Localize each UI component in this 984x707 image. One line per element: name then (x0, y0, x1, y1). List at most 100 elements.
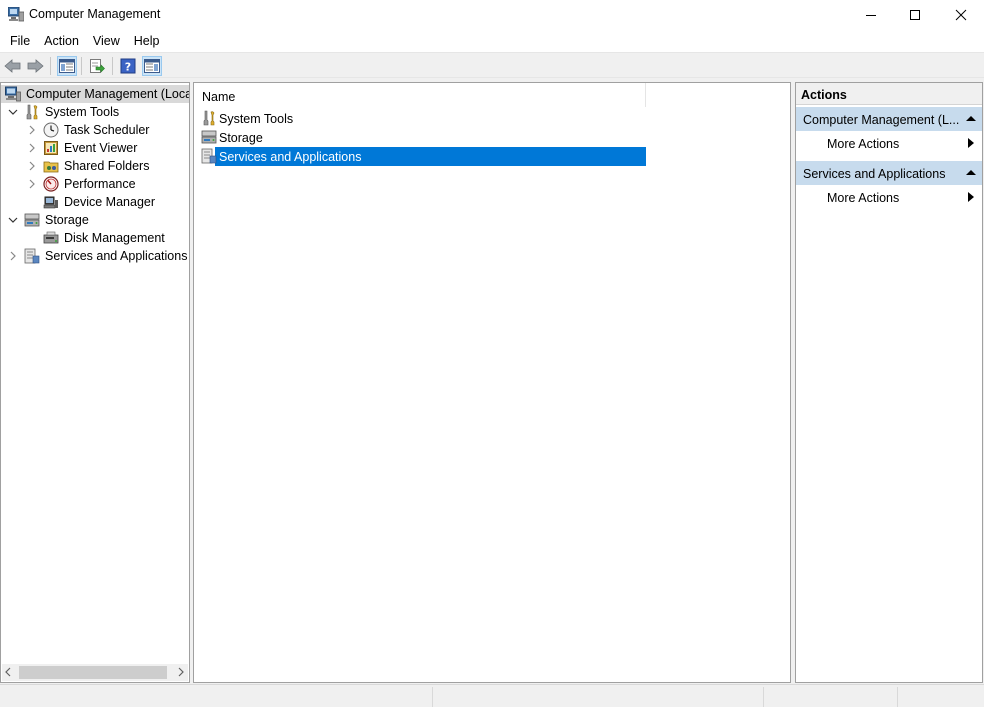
actions-pane: Actions Computer Management (L... More A… (795, 82, 983, 683)
chevron-right-icon[interactable] (27, 124, 37, 136)
forward-button[interactable] (25, 56, 45, 76)
tree-label: Computer Management (Local (26, 87, 190, 101)
results-pane[interactable]: Name System Tools Storage Services and A… (193, 82, 791, 683)
actions-section-label: Computer Management (L... (803, 113, 960, 127)
toolbar: ? (0, 52, 984, 78)
chevron-right-icon[interactable] (27, 160, 37, 172)
window-title: Computer Management (29, 7, 161, 21)
storage-icon (201, 130, 217, 144)
more-actions-label: More Actions (827, 191, 900, 205)
tools-icon (26, 104, 38, 120)
list-item-services-and-applications[interactable]: Services and Applications (200, 147, 646, 166)
more-actions-services-and-applications[interactable]: More Actions (796, 185, 982, 209)
toolbar-separator (50, 57, 51, 75)
column-header-name[interactable]: Name (194, 83, 646, 107)
close-button[interactable] (938, 0, 984, 30)
chevron-down-icon[interactable] (8, 106, 18, 118)
tree-label: Services and Applications (45, 249, 188, 263)
tree-item-shared-folders[interactable]: Shared Folders (1, 157, 189, 175)
forward-arrow-icon (27, 59, 44, 73)
help-button[interactable]: ? (118, 56, 138, 76)
tree-item-system-tools[interactable]: System Tools (1, 103, 189, 121)
export-list-icon (90, 59, 105, 73)
tree-label: Storage (45, 213, 89, 227)
tree-item-event-viewer[interactable]: Event Viewer (1, 139, 189, 157)
menu-help[interactable]: Help (127, 32, 167, 50)
tree-item-computer-management[interactable]: Computer Management (Local (1, 85, 189, 103)
collapse-up-icon[interactable] (966, 115, 976, 122)
submenu-arrow-icon (968, 192, 974, 202)
column-header-label: Name (202, 90, 236, 104)
status-segment (432, 687, 433, 707)
tools-icon (203, 110, 215, 126)
actions-title: Actions (796, 83, 982, 105)
actions-section-computer-management[interactable]: Computer Management (L... (796, 107, 982, 131)
disk-management-icon (43, 231, 59, 244)
minimize-icon (866, 15, 876, 16)
pane-area: Computer Management (Local System Tools … (0, 78, 984, 684)
chevron-down-icon[interactable] (8, 214, 18, 226)
maximize-button[interactable] (892, 0, 938, 30)
actions-section-label: Services and Applications (803, 167, 946, 181)
tree-item-task-scheduler[interactable]: Task Scheduler (1, 121, 189, 139)
console-tree-icon (59, 59, 75, 73)
chevron-right-icon[interactable] (27, 142, 37, 154)
scrollbar-thumb[interactable] (19, 666, 167, 679)
tree-label: Performance (64, 177, 136, 191)
shared-folder-icon (43, 161, 59, 173)
help-icon: ? (120, 58, 136, 74)
show-hide-action-pane-button[interactable] (142, 56, 162, 76)
tree-label: Shared Folders (64, 159, 150, 173)
submenu-arrow-icon (968, 138, 974, 148)
status-bar (0, 684, 984, 707)
services-icon (201, 148, 217, 164)
tree-label: System Tools (45, 105, 120, 119)
show-hide-console-tree-button[interactable] (57, 56, 77, 76)
toolbar-separator (81, 57, 82, 75)
chevron-right-icon[interactable] (8, 250, 18, 262)
minimize-button[interactable] (848, 0, 894, 30)
status-segment (897, 687, 898, 707)
actions-section-services-and-applications[interactable]: Services and Applications (796, 161, 982, 185)
maximize-icon (910, 10, 920, 20)
more-actions-label: More Actions (827, 137, 900, 151)
menu-view[interactable]: View (86, 32, 127, 50)
menu-action[interactable]: Action (37, 32, 86, 50)
list-item-label: Services and Applications (219, 150, 362, 164)
list-item-label: System Tools (219, 112, 294, 126)
more-actions-computer-management[interactable]: More Actions (796, 131, 982, 155)
tree-item-services-and-applications[interactable]: Services and Applications (1, 247, 189, 265)
menu-file[interactable]: File (3, 32, 37, 50)
tree-label: Task Scheduler (64, 123, 150, 137)
tree-item-disk-management[interactable]: Disk Management (1, 229, 189, 247)
clock-icon (43, 122, 59, 138)
list-item-system-tools[interactable]: System Tools (200, 109, 646, 128)
list-item-storage[interactable]: Storage (200, 128, 646, 147)
back-button[interactable] (3, 56, 23, 76)
computer-management-icon (5, 86, 21, 102)
actions-title-label: Actions (801, 88, 847, 102)
tree-label: Device Manager (64, 195, 156, 209)
scroll-left-icon[interactable] (4, 667, 12, 677)
svg-text:?: ? (125, 61, 131, 74)
computer-management-icon (8, 7, 24, 22)
chevron-right-icon[interactable] (27, 178, 37, 190)
title-bar: Computer Management (0, 0, 984, 30)
menu-bar: File Action View Help (0, 30, 984, 52)
storage-icon (24, 213, 40, 227)
close-icon (955, 9, 967, 21)
action-pane-icon (144, 59, 160, 73)
scroll-right-icon[interactable] (177, 667, 185, 677)
back-arrow-icon (4, 59, 21, 73)
collapse-up-icon[interactable] (966, 169, 976, 176)
tree-item-storage[interactable]: Storage (1, 211, 189, 229)
console-tree[interactable]: Computer Management (Local System Tools … (0, 82, 190, 683)
tree-label: Event Viewer (64, 141, 138, 155)
services-icon (24, 248, 40, 264)
export-list-button[interactable] (87, 56, 107, 76)
tree-item-performance[interactable]: Performance (1, 175, 189, 193)
tree-item-device-manager[interactable]: Device Manager (1, 193, 189, 211)
horizontal-scrollbar[interactable] (2, 664, 188, 681)
status-segment (763, 687, 764, 707)
tree-label: Disk Management (64, 231, 165, 245)
